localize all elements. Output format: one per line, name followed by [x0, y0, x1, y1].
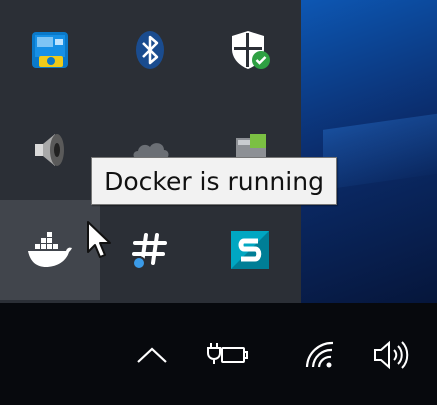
tray-item-bluetooth[interactable]	[100, 0, 200, 100]
tray-item-intel-graphics[interactable]	[0, 0, 100, 100]
intel-graphics-icon	[29, 29, 71, 71]
bluetooth-icon	[133, 29, 167, 71]
speaker-icon	[29, 129, 71, 171]
docker-tooltip: Docker is running	[91, 157, 337, 205]
chevron-up-icon	[135, 345, 169, 365]
sketchbook-icon	[229, 229, 271, 271]
desktop-background	[301, 0, 437, 303]
taskbar	[0, 303, 437, 405]
volume-button[interactable]	[362, 325, 422, 385]
tray-overflow-panel	[0, 0, 301, 303]
tray-item-docker[interactable]	[0, 200, 100, 300]
show-hidden-icons-button[interactable]	[125, 325, 179, 385]
tray-item-sketchbook[interactable]	[200, 200, 300, 300]
docker-icon	[26, 230, 74, 270]
slack-icon	[129, 229, 171, 271]
wifi-icon	[302, 339, 338, 371]
tray-item-windows-security[interactable]	[200, 0, 300, 100]
power-battery-button[interactable]	[198, 325, 258, 385]
wifi-button[interactable]	[290, 325, 350, 385]
volume-icon	[372, 338, 412, 372]
mouse-cursor-icon	[86, 220, 112, 260]
tray-item-speaker[interactable]	[0, 100, 100, 200]
windows-security-icon	[228, 27, 272, 73]
tray-item-slack[interactable]	[100, 200, 200, 300]
power-plug-battery-icon	[205, 340, 251, 370]
